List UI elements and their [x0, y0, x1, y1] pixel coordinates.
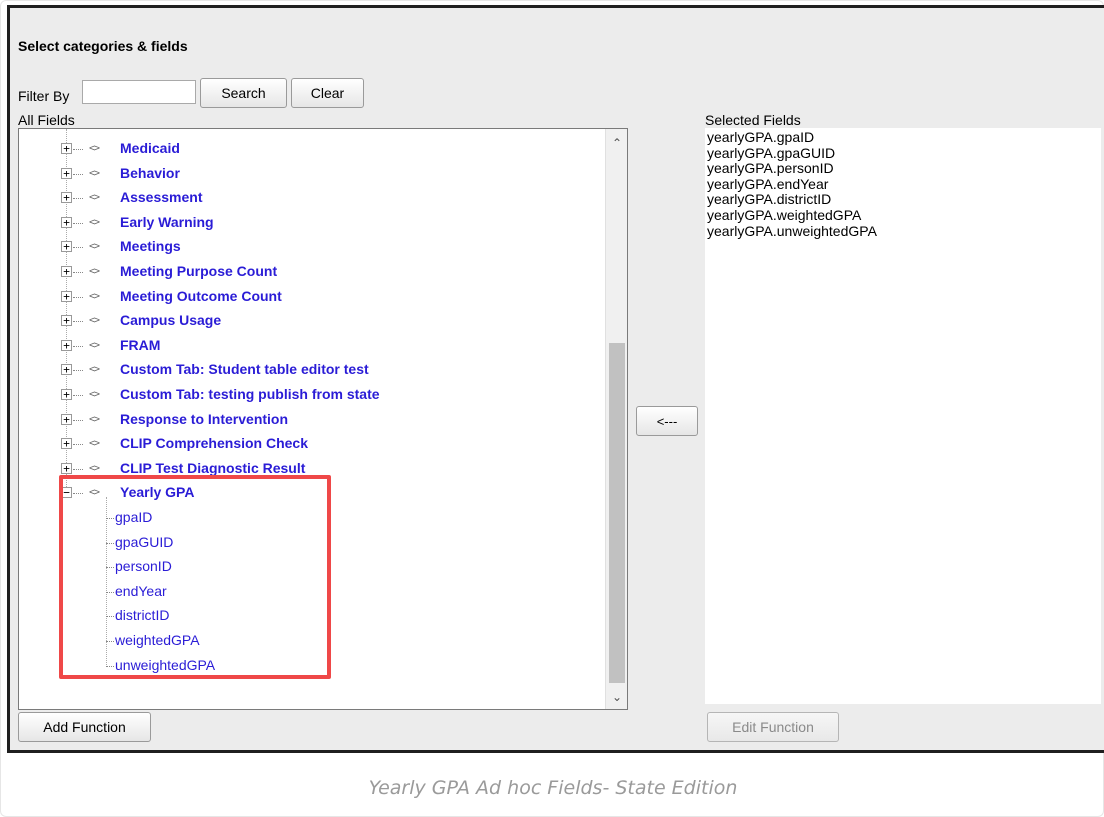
category-label[interactable]: Meeting Purpose Count [120, 263, 277, 279]
plus-icon[interactable]: + [61, 241, 72, 253]
tag-icon: <> [89, 266, 100, 277]
add-function-button[interactable]: Add Function [18, 712, 151, 742]
plus-icon[interactable]: + [61, 167, 72, 179]
plus-icon[interactable]: + [61, 462, 72, 474]
tree-category[interactable]: + <> Behavior [19, 164, 599, 184]
category-label[interactable]: CLIP Test Diagnostic Result [120, 460, 305, 476]
tag-icon: <> [89, 462, 100, 474]
plus-icon[interactable]: + [61, 413, 72, 425]
category-label[interactable]: Custom Tab: testing publish from state [120, 386, 380, 402]
tag-icon: <> [89, 364, 100, 376]
tree-scrollbar[interactable]: ⌃ ⌄ [605, 129, 627, 709]
tree-category[interactable]: + <> Meeting Purpose Count [19, 262, 599, 282]
category-label[interactable]: Early Warning [120, 214, 214, 230]
selected-field-item[interactable]: yearlyGPA.endYear [707, 176, 828, 192]
plus-icon[interactable]: + [61, 339, 72, 351]
tag-icon: <> [89, 192, 100, 204]
category-label[interactable]: Meetings [120, 238, 181, 254]
selected-field-item[interactable]: yearlyGPA.personID [707, 160, 834, 176]
tree-category[interactable]: + <> Custom Tab: Student table editor test [19, 360, 599, 380]
category-label[interactable]: Campus Usage [120, 312, 221, 328]
category-label[interactable]: FRAM [120, 337, 160, 353]
category-label[interactable]: Behavior [120, 165, 180, 181]
category-label[interactable]: Medicaid [120, 140, 180, 156]
highlight-box [59, 475, 331, 679]
plus-icon[interactable]: + [61, 216, 72, 228]
tree-category[interactable]: + <> Medicaid [19, 139, 599, 159]
plus-icon[interactable]: + [61, 389, 72, 400]
tree-dash [73, 419, 83, 421]
tree-dash [73, 272, 83, 273]
tag-icon: <> [89, 389, 100, 400]
plus-icon[interactable]: + [61, 364, 72, 376]
category-label[interactable]: Custom Tab: Student table editor test [120, 361, 369, 377]
category-label[interactable]: Meeting Outcome Count [120, 288, 282, 304]
plus-icon[interactable]: + [61, 290, 72, 302]
tree-dash [73, 345, 83, 347]
selected-fields-label: Selected Fields [705, 112, 801, 128]
tag-icon: <> [89, 290, 100, 302]
tree-dash [73, 370, 83, 372]
selected-field-item[interactable]: yearlyGPA.gpaGUID [707, 145, 835, 161]
tree-dash [73, 149, 83, 150]
selected-field-item[interactable]: yearlyGPA.weightedGPA [707, 207, 861, 223]
plus-icon[interactable]: + [61, 438, 72, 450]
chevron-up-icon[interactable]: ⌃ [606, 133, 627, 153]
plus-icon[interactable]: + [61, 266, 72, 277]
tag-icon: <> [89, 143, 100, 154]
tree-category[interactable]: + <> Early Warning [19, 213, 599, 233]
tag-icon: <> [89, 413, 100, 425]
tree-category[interactable]: + <> FRAM [19, 336, 599, 356]
selected-field-item[interactable]: yearlyGPA.unweightedGPA [707, 223, 877, 239]
tag-icon: <> [89, 167, 100, 179]
edit-function-button: Edit Function [707, 712, 839, 742]
tree-dash [73, 198, 83, 200]
filter-input[interactable] [82, 80, 196, 104]
tree-dash [73, 395, 83, 396]
panel-title: Select categories & fields [18, 38, 188, 54]
tree-category[interactable]: + <> Meeting Outcome Count [19, 287, 599, 307]
tag-icon: <> [89, 438, 100, 450]
all-fields-tree[interactable]: + <> Medicaid + <> Behavior + <> Assessment + <> Ea… [18, 128, 628, 710]
tree-category[interactable]: + <> Meetings [19, 237, 599, 257]
tree-category[interactable]: + <> Campus Usage [19, 311, 599, 331]
tag-icon: <> [89, 339, 100, 351]
tag-icon: <> [89, 315, 100, 327]
field-selector-panel: Select categories & fields Filter By Sea… [7, 5, 1104, 753]
category-label[interactable]: Response to Intervention [120, 411, 288, 427]
tree-category[interactable]: + <> CLIP Comprehension Check [19, 434, 599, 454]
figure-caption: Yearly GPA Ad hoc Fields- State Edition [368, 777, 738, 799]
tree-dash [73, 173, 83, 175]
plus-icon[interactable]: + [61, 143, 72, 154]
figure-frame: Select categories & fields Filter By Sea… [0, 0, 1104, 817]
category-label[interactable]: CLIP Comprehension Check [120, 435, 308, 451]
tree-dash [73, 321, 83, 323]
tree-category[interactable]: + <> Custom Tab: testing publish from stat… [19, 385, 599, 405]
all-fields-label: All Fields [18, 112, 75, 128]
tag-icon: <> [89, 216, 100, 228]
filter-label: Filter By [18, 88, 70, 104]
tree-dash [73, 222, 83, 224]
scroll-thumb[interactable] [609, 343, 625, 683]
selected-fields-list[interactable]: yearlyGPA.gpaID yearlyGPA.gpaGUID yearlyGP… [705, 128, 1101, 704]
tag-icon: <> [89, 241, 100, 253]
search-button[interactable]: Search [200, 78, 287, 108]
tree-dash [73, 296, 83, 298]
selected-field-item[interactable]: yearlyGPA.gpaID [707, 129, 814, 145]
tree-category[interactable]: + <> Response to Intervention [19, 410, 599, 430]
category-label[interactable]: Assessment [120, 189, 203, 205]
chevron-down-icon[interactable]: ⌄ [606, 687, 627, 707]
plus-icon[interactable]: + [61, 315, 72, 327]
tree-dash [73, 247, 83, 249]
plus-icon[interactable]: + [61, 192, 72, 204]
tree-dash [73, 468, 83, 470]
selected-field-item[interactable]: yearlyGPA.districtID [707, 191, 831, 207]
tree-category[interactable]: + <> Assessment [19, 188, 599, 208]
clear-button[interactable]: Clear [291, 78, 364, 108]
tree-dash [73, 444, 83, 446]
remove-selected-button[interactable]: <--- [636, 406, 698, 436]
